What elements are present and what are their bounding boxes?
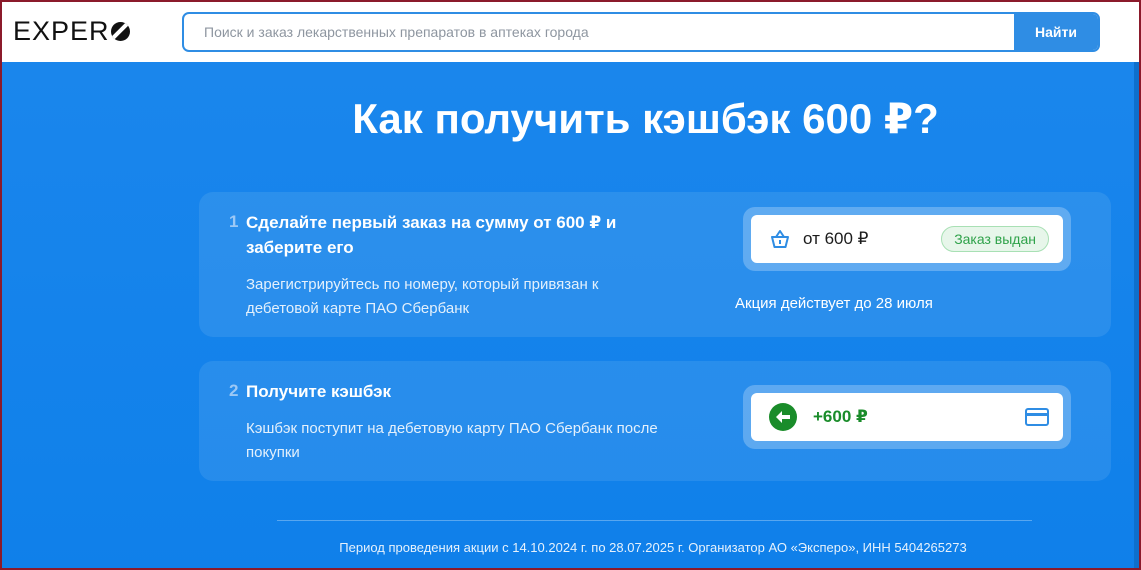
cashback-widget: +600 ₽ (743, 385, 1071, 449)
scrollbar[interactable] (1134, 62, 1139, 568)
order-widget-inner: от 600 ₽ Заказ выдан (751, 215, 1063, 263)
page-title: Как получить кэшбэк 600 ₽? (352, 95, 939, 142)
cashback-amount: +600 ₽ (813, 407, 868, 426)
logo[interactable]: EXPER (13, 16, 130, 47)
search-bar: Найти (182, 12, 1100, 52)
search-input[interactable] (184, 14, 1014, 50)
order-widget: от 600 ₽ Заказ выдан (743, 207, 1071, 271)
header: EXPER Найти (2, 2, 1139, 62)
step-card-1: 1 Сделайте первый заказ на сумму от 600 … (199, 192, 1111, 337)
step-number: 2 (229, 381, 239, 400)
step-description: Зарегистрируйтесь по номеру, который при… (246, 276, 599, 317)
promo-deadline-note: Акция действует до 28 июля (735, 295, 933, 312)
page-frame: EXPER Найти Как получить кэшбэк 600 ₽? 1… (0, 0, 1141, 570)
step-title: Сделайте первый заказ на сумму от 600 ₽ … (246, 213, 617, 257)
credit-card-icon (1025, 408, 1049, 426)
logo-text: EXPER (13, 16, 110, 46)
step-title: Получите кэшбэк (246, 382, 392, 401)
logo-mark-icon (110, 22, 130, 41)
step-card-2: 2 Получите кэшбэк Кэшбэк поступит на деб… (199, 361, 1111, 481)
basket-icon (771, 230, 789, 248)
order-amount: от 600 ₽ (803, 229, 869, 248)
promo-terms: Период проведения акции с 14.10.2024 г. … (339, 540, 967, 555)
status-badge: Заказ выдан (941, 226, 1049, 252)
search-button[interactable]: Найти (1014, 14, 1098, 50)
promo-section: Как получить кэшбэк 600 ₽? 1 Сделайте пе… (2, 62, 1139, 568)
step-number: 1 (229, 212, 239, 231)
cashback-widget-inner: +600 ₽ (751, 393, 1063, 441)
divider (277, 520, 1032, 521)
step-description: Кэшбэк поступит на дебетовую карту ПАО С… (246, 420, 658, 461)
arrow-left-icon (769, 403, 797, 431)
